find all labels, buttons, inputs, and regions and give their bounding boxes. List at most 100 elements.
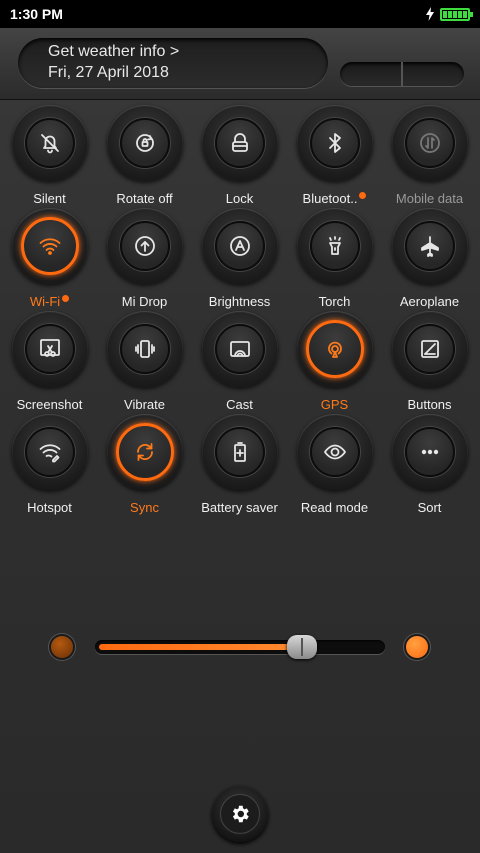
weather-date: Fri, 27 April 2018 <box>48 64 169 81</box>
toggle-bluetooth[interactable]: Bluetoot.. <box>287 105 382 208</box>
brightness-track[interactable] <box>95 635 385 659</box>
toggle-button-face <box>215 324 265 374</box>
toggle-label-text: Read mode <box>300 500 369 515</box>
toggle-label-text: Mobile data <box>395 191 464 206</box>
toggle-button-face <box>25 427 75 477</box>
wifi-icon <box>39 238 61 255</box>
brightness-high-icon <box>406 636 428 658</box>
toggle-label-text: Torch <box>318 294 351 309</box>
toggle-mobile-data[interactable]: Mobile data <box>382 105 477 208</box>
toggle-label: Brightness <box>192 294 287 309</box>
toggle-button-face <box>21 217 79 275</box>
toggle-label-text: Rotate off <box>116 191 173 206</box>
toggle-ring <box>392 208 468 284</box>
toggle-vibrate[interactable]: Vibrate <box>97 311 192 414</box>
toggle-button-face <box>25 324 75 374</box>
toggle-label: Screenshot <box>2 397 97 412</box>
toggle-button-face <box>116 423 174 481</box>
scissors-icon <box>40 339 60 357</box>
toggle-label-text: Screenshot <box>16 397 83 412</box>
toggle-button-face <box>306 320 364 378</box>
status-bar: 1:30 PM <box>0 0 480 28</box>
toggle-button-face <box>25 118 75 168</box>
toggle-button-face <box>120 221 170 271</box>
toggle-ring <box>202 311 278 387</box>
buttons-icon <box>421 340 439 358</box>
sync-icon <box>137 443 153 461</box>
weather-title: Get weather info > <box>48 43 180 60</box>
toggle-button-face <box>405 118 455 168</box>
toggle-button-face <box>405 324 455 374</box>
toggle-label-text: Battery saver <box>201 500 278 515</box>
toggle-screenshot[interactable]: Screenshot <box>2 311 97 414</box>
brightness-thumb[interactable] <box>287 635 317 659</box>
rotate-lock-icon <box>136 134 154 152</box>
toggle-gps[interactable]: GPS <box>287 311 382 414</box>
brightness-fill <box>99 644 302 650</box>
toggle-cast[interactable]: Cast <box>192 311 287 414</box>
gear-icon <box>232 805 249 823</box>
toggle-sync[interactable]: Sync <box>97 414 192 517</box>
toggle-hotspot[interactable]: Hotspot <box>2 414 97 517</box>
toggle-button-face <box>310 427 360 477</box>
toggle-label-text: GPS <box>320 397 349 412</box>
toggle-ring <box>202 414 278 490</box>
toggle-label-text: Silent <box>33 191 66 206</box>
toggle-ring <box>392 105 468 181</box>
toggle-wifi[interactable]: Wi-Fi <box>2 208 97 311</box>
toggle-label: Mi Drop <box>97 294 192 309</box>
toggle-label: Read mode <box>287 500 382 515</box>
toggle-ring <box>202 105 278 181</box>
bell-off-icon <box>41 134 59 154</box>
bluetooth-icon <box>329 133 341 153</box>
toggle-label: Lock <box>192 191 287 206</box>
toggle-lock[interactable]: Lock <box>192 105 287 208</box>
toggle-aeroplane[interactable]: Aeroplane <box>382 208 477 311</box>
notification-dot <box>62 295 70 302</box>
toggle-ring <box>297 414 373 490</box>
weather-widget[interactable]: Get weather info > Fri, 27 April 2018 <box>18 38 328 88</box>
toggle-label-text: Mi Drop <box>121 294 168 309</box>
battery-icon <box>440 7 473 21</box>
toggle-label-text: Aeroplane <box>399 294 460 309</box>
toggle-ring <box>107 105 183 181</box>
toggle-button-face <box>310 221 360 271</box>
view-switcher <box>340 62 464 86</box>
brightness-low-icon <box>51 636 73 658</box>
toggle-ring <box>107 414 183 490</box>
toggle-label-text: Bluetoot.. <box>302 191 358 206</box>
toggle-button-face <box>215 118 265 168</box>
view-switcher-right[interactable] <box>401 62 464 86</box>
toggle-label-text: Wi-Fi <box>29 294 61 309</box>
toggle-mi-drop[interactable]: Mi Drop <box>97 208 192 311</box>
toggle-ring <box>392 311 468 387</box>
toggle-label: Mobile data <box>382 191 477 206</box>
toggle-label-text: Sync <box>130 500 159 515</box>
toggle-read-mode[interactable]: Read mode <box>287 414 382 517</box>
toggle-rotate[interactable]: Rotate off <box>97 105 192 208</box>
toggle-ring <box>297 208 373 284</box>
toggle-torch[interactable]: Torch <box>287 208 382 311</box>
toggle-ring <box>202 208 278 284</box>
airplane-icon <box>421 236 439 257</box>
toggle-label-text: Sort <box>417 500 442 515</box>
toggle-battery-saver[interactable]: Battery saver <box>192 414 287 517</box>
toggle-button-face <box>215 221 265 271</box>
toggle-ring <box>12 311 88 387</box>
toggle-ring <box>297 311 373 387</box>
location-icon <box>328 341 342 358</box>
toggle-button-face <box>405 221 455 271</box>
toggle-ring <box>12 208 88 284</box>
flashlight-icon <box>329 236 341 255</box>
toggle-label-text: Lock <box>225 191 254 206</box>
toggle-label-text: Brightness <box>208 294 271 309</box>
toggle-label: Sort <box>382 500 477 515</box>
toggle-brightness[interactable]: Brightness <box>192 208 287 311</box>
toggle-silent[interactable]: Silent <box>2 105 97 208</box>
toggle-sort[interactable]: Sort <box>382 414 477 517</box>
settings-button[interactable] <box>212 786 268 842</box>
toggle-ring <box>297 105 373 181</box>
view-switcher-left[interactable] <box>340 62 401 86</box>
toggle-buttons[interactable]: Buttons <box>382 311 477 414</box>
upload-icon <box>135 236 155 256</box>
